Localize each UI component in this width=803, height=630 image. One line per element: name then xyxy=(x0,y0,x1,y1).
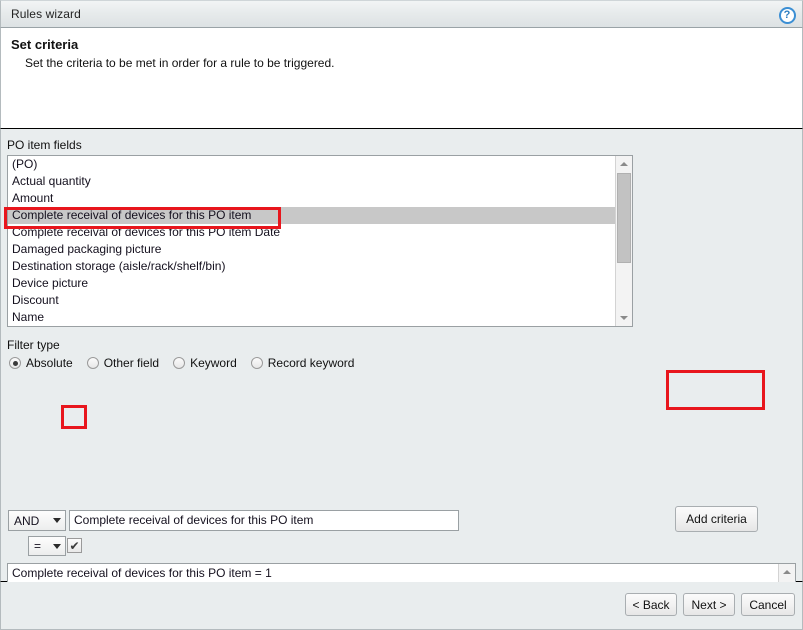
field-value-input[interactable]: Complete receival of devices for this PO… xyxy=(69,510,459,531)
list-item[interactable]: Damaged packaging picture xyxy=(8,241,615,258)
radio-label-keyword: Keyword xyxy=(190,356,237,370)
window-titlebar: Rules wizard ? xyxy=(0,0,803,28)
next-button[interactable]: Next > xyxy=(683,593,735,616)
radio-label-record-keyword: Record keyword xyxy=(267,356,355,370)
back-button[interactable]: < Back xyxy=(625,593,677,616)
list-item[interactable]: Device picture xyxy=(8,275,615,292)
list-item[interactable]: Destination storage (aisle/rack/shelf/bi… xyxy=(8,258,615,275)
list-item[interactable]: Discount xyxy=(8,292,615,309)
scroll-up-arrow-icon[interactable] xyxy=(616,156,632,172)
list-item[interactable]: Actual quantity xyxy=(8,173,615,190)
wizard-body: PO item fields (PO) Actual quantity Amou… xyxy=(0,129,803,630)
po-item-fields-label: PO item fields xyxy=(7,138,82,152)
window-title: Rules wizard xyxy=(11,7,81,21)
list-item-selected[interactable]: Complete receival of devices for this PO… xyxy=(8,207,615,224)
filter-type-radio-group: Absolute Other field Keyword Record keyw… xyxy=(9,356,368,370)
list-item[interactable]: Name xyxy=(8,309,615,326)
page-subtitle: Set the criteria to be met in order for … xyxy=(25,56,335,70)
scroll-down-arrow-icon[interactable] xyxy=(616,310,632,326)
radio-icon-keyword[interactable] xyxy=(173,357,186,369)
radio-option-other-field[interactable]: Other field xyxy=(86,356,160,370)
listbox-scrollbar[interactable] xyxy=(615,156,632,326)
value-checkbox[interactable]: ✔ xyxy=(67,538,82,553)
radio-option-absolute[interactable]: Absolute xyxy=(9,356,73,370)
wizard-header: Set criteria Set the criteria to be met … xyxy=(0,28,803,129)
criteria-entry: Complete receival of devices for this PO… xyxy=(12,566,272,580)
list-item[interactable]: Amount xyxy=(8,190,615,207)
chevron-down-icon xyxy=(49,518,65,523)
radio-icon-other-field[interactable] xyxy=(86,357,99,369)
rules-wizard-window: Rules wizard ? Set criteria Set the crit… xyxy=(0,0,803,630)
radio-label-other-field: Other field xyxy=(103,356,160,370)
logic-operator-select[interactable]: AND xyxy=(8,510,66,531)
scrollbar-thumb[interactable] xyxy=(617,173,631,263)
comparison-operator-select[interactable]: = xyxy=(28,536,66,556)
help-circle-icon: ? xyxy=(778,6,796,24)
scroll-up-arrow-icon[interactable] xyxy=(779,564,795,580)
radio-icon-absolute[interactable] xyxy=(9,357,21,369)
filter-type-label: Filter type xyxy=(7,338,60,352)
cancel-button[interactable]: Cancel xyxy=(741,593,795,616)
checkmark-icon: ✔ xyxy=(69,538,80,553)
help-button[interactable]: ? xyxy=(776,4,798,26)
add-criteria-button[interactable]: Add criteria xyxy=(675,506,758,532)
radio-option-record-keyword[interactable]: Record keyword xyxy=(250,356,355,370)
page-title: Set criteria xyxy=(11,37,79,52)
logic-operator-value: AND xyxy=(14,513,40,528)
radio-label-absolute: Absolute xyxy=(26,356,73,370)
chevron-down-icon xyxy=(49,543,65,549)
list-item[interactable]: (PO) xyxy=(8,156,615,173)
po-item-fields-listbox[interactable]: (PO) Actual quantity Amount Complete rec… xyxy=(7,155,633,327)
radio-option-keyword[interactable]: Keyword xyxy=(173,356,237,370)
list-item[interactable]: Complete receival of devices for this PO… xyxy=(8,224,615,241)
comparison-operator-value: = xyxy=(34,539,42,553)
po-item-fields-list: (PO) Actual quantity Amount Complete rec… xyxy=(8,156,615,326)
radio-icon-record-keyword[interactable] xyxy=(250,357,263,369)
